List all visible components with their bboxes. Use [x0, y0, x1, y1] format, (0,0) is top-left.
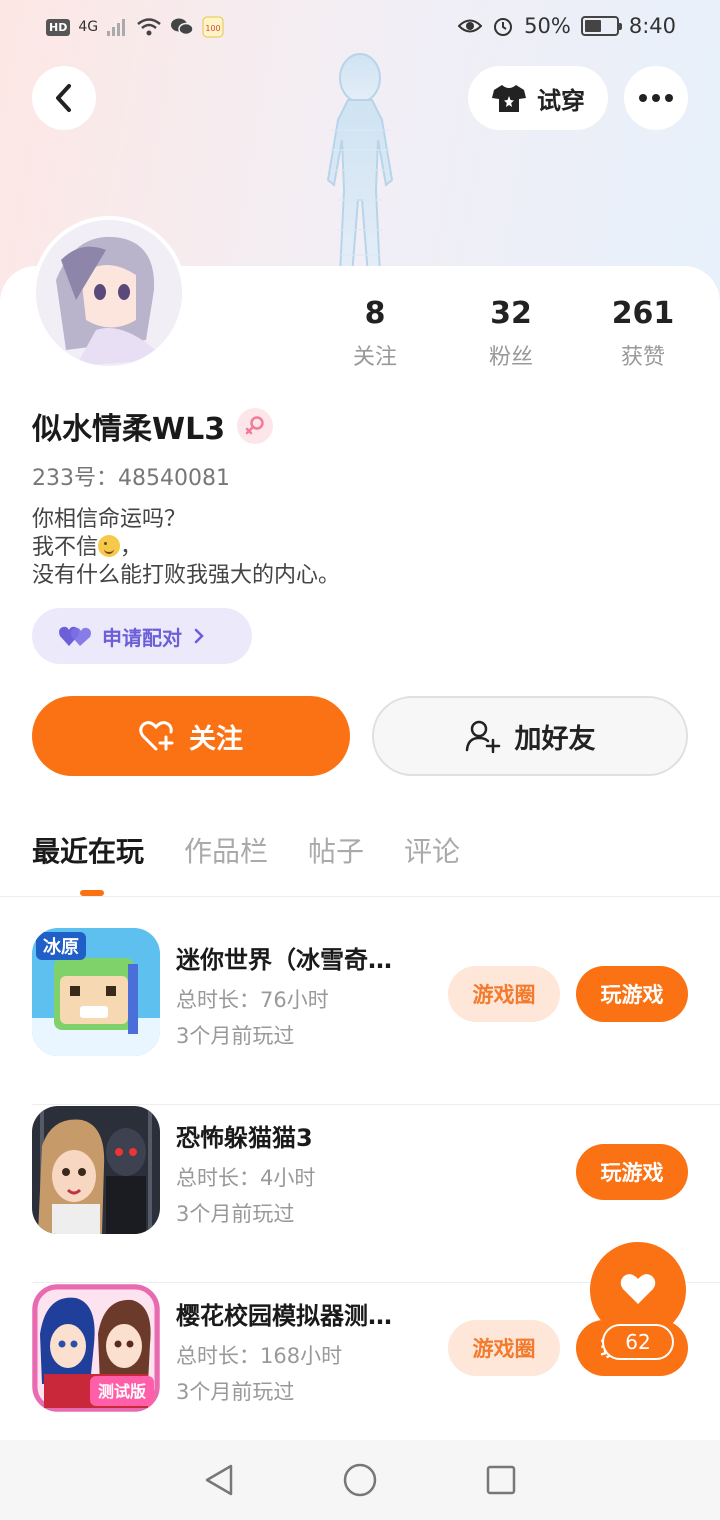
nav-recents-icon[interactable]	[485, 1464, 517, 1496]
bio-line: 没有什么能打败我强大的内心。	[32, 563, 341, 588]
user-id: 233号：48540081	[32, 466, 230, 491]
pair-label: 申请配对	[102, 625, 182, 650]
battery-percent: 50%	[524, 14, 571, 38]
chevron-left-icon	[56, 84, 71, 112]
tab-divider	[0, 896, 720, 897]
game-title: 恐怖躲猫猫3	[176, 1124, 313, 1152]
game-duration: 总时长：168小时	[176, 1344, 343, 1368]
tab-posts[interactable]: 帖子	[308, 830, 364, 870]
chevron-right-icon	[194, 628, 204, 644]
game-icon-badge-text: 冰原	[43, 936, 79, 958]
bio-text: ，	[120, 535, 143, 560]
game-icon-horror-hide-seek	[32, 1106, 160, 1234]
nav-back-icon[interactable]	[203, 1463, 235, 1497]
follow-label: 关注	[189, 723, 243, 755]
more-dot	[665, 94, 673, 102]
stat-label: 获赞	[620, 345, 665, 370]
nickname-row: 似水情柔WL3	[32, 404, 274, 448]
stat-number: 32	[490, 296, 532, 331]
clock-time: 8:40	[628, 14, 676, 38]
nickname: 似水情柔WL3	[32, 412, 226, 447]
tab-comments[interactable]: 评论	[404, 830, 460, 870]
stat-number: 261	[611, 296, 675, 331]
svg-text:100: 100	[205, 24, 220, 33]
wechat-icon	[171, 18, 194, 36]
stat-likes[interactable]: 261 获赞	[588, 296, 698, 371]
follow-button[interactable]: 关注	[32, 696, 350, 776]
game-circle-button[interactable]: 游戏圈	[448, 966, 560, 1022]
stat-number: 8	[364, 296, 386, 331]
game-list-item[interactable]: 冰原 迷你世界（冰雪奇… 总时长：76小时 3个月前玩过 游戏圈 玩游戏	[32, 928, 720, 1105]
profile-stats: 8 关注 32 粉丝 261 获赞	[320, 296, 700, 376]
game-title: 樱花校园模拟器测…	[176, 1302, 392, 1330]
game-icon-sakura-school: 测试版	[32, 1284, 160, 1412]
tab-recently-played[interactable]: 最近在玩	[32, 830, 144, 870]
game-duration: 总时长：76小时	[176, 988, 329, 1012]
bio-line: 我不信 ，	[32, 534, 340, 562]
system-navigation-bar	[0, 1440, 720, 1520]
stat-label: 粉丝	[488, 345, 533, 370]
tab-works[interactable]: 作品栏	[184, 830, 268, 870]
double-heart-icon	[59, 626, 91, 646]
alarm-icon	[494, 18, 513, 36]
game-last-played: 3个月前玩过	[176, 1024, 295, 1048]
wifi-icon	[137, 18, 161, 36]
bio-text: 我不信	[32, 535, 99, 560]
add-user-icon	[465, 720, 500, 753]
more-options-button[interactable]	[624, 66, 688, 130]
profile-tabs: 最近在玩 作品栏 帖子 评论	[32, 830, 460, 870]
row-divider	[32, 1104, 720, 1105]
game-last-played: 3个月前玩过	[176, 1380, 295, 1404]
bio: 你相信命运吗？ 我不信 ， 没有什么能打败我强大的内心。	[32, 506, 340, 590]
apply-pair-button[interactable]: 申请配对	[32, 608, 252, 664]
status-bar: HD 4G 100 50% 8:40	[0, 0, 720, 56]
more-dot	[652, 94, 660, 102]
game-title: 迷你世界（冰雪奇…	[176, 946, 392, 974]
game-last-played: 3个月前玩过	[176, 1202, 295, 1226]
avatar-image	[36, 220, 182, 366]
game-duration: 总时长：4小时	[176, 1166, 316, 1190]
network-type-icon: 4G	[78, 19, 99, 35]
stat-followers[interactable]: 32 粉丝	[456, 296, 566, 371]
like-count-badge: 62	[602, 1324, 674, 1360]
battery-icon	[580, 16, 622, 36]
heart-icon	[620, 1274, 656, 1304]
game-icon-badge-text: 测试版	[98, 1382, 146, 1401]
more-dot	[639, 94, 647, 102]
game-circle-button[interactable]: 游戏圈	[448, 1320, 560, 1376]
stat-label: 关注	[352, 345, 397, 370]
notification-app-icon: 100	[202, 16, 224, 38]
female-icon	[237, 408, 274, 444]
try-on-button[interactable]: 试穿	[468, 66, 608, 130]
back-button[interactable]	[32, 66, 96, 130]
eye-icon	[458, 19, 483, 33]
nav-home-icon[interactable]	[342, 1462, 378, 1498]
avatar[interactable]	[32, 216, 186, 370]
stat-following[interactable]: 8 关注	[320, 296, 430, 371]
play-game-button[interactable]: 玩游戏	[576, 1144, 688, 1200]
smile-emoji-icon	[98, 535, 121, 557]
avatar-figure-image	[326, 53, 394, 276]
add-friend-label: 加好友	[514, 723, 596, 755]
heart-plus-icon	[139, 721, 174, 751]
hd-badge: HD	[46, 18, 71, 36]
bio-line: 你相信命运吗？	[32, 507, 187, 532]
play-game-button[interactable]: 玩游戏	[576, 966, 688, 1022]
try-on-label: 试穿	[537, 86, 585, 115]
game-icon-mini-world: 冰原	[32, 928, 160, 1056]
signal-icon	[107, 19, 126, 36]
shirt-icon	[492, 85, 526, 112]
add-friend-button[interactable]: 加好友	[372, 696, 688, 776]
